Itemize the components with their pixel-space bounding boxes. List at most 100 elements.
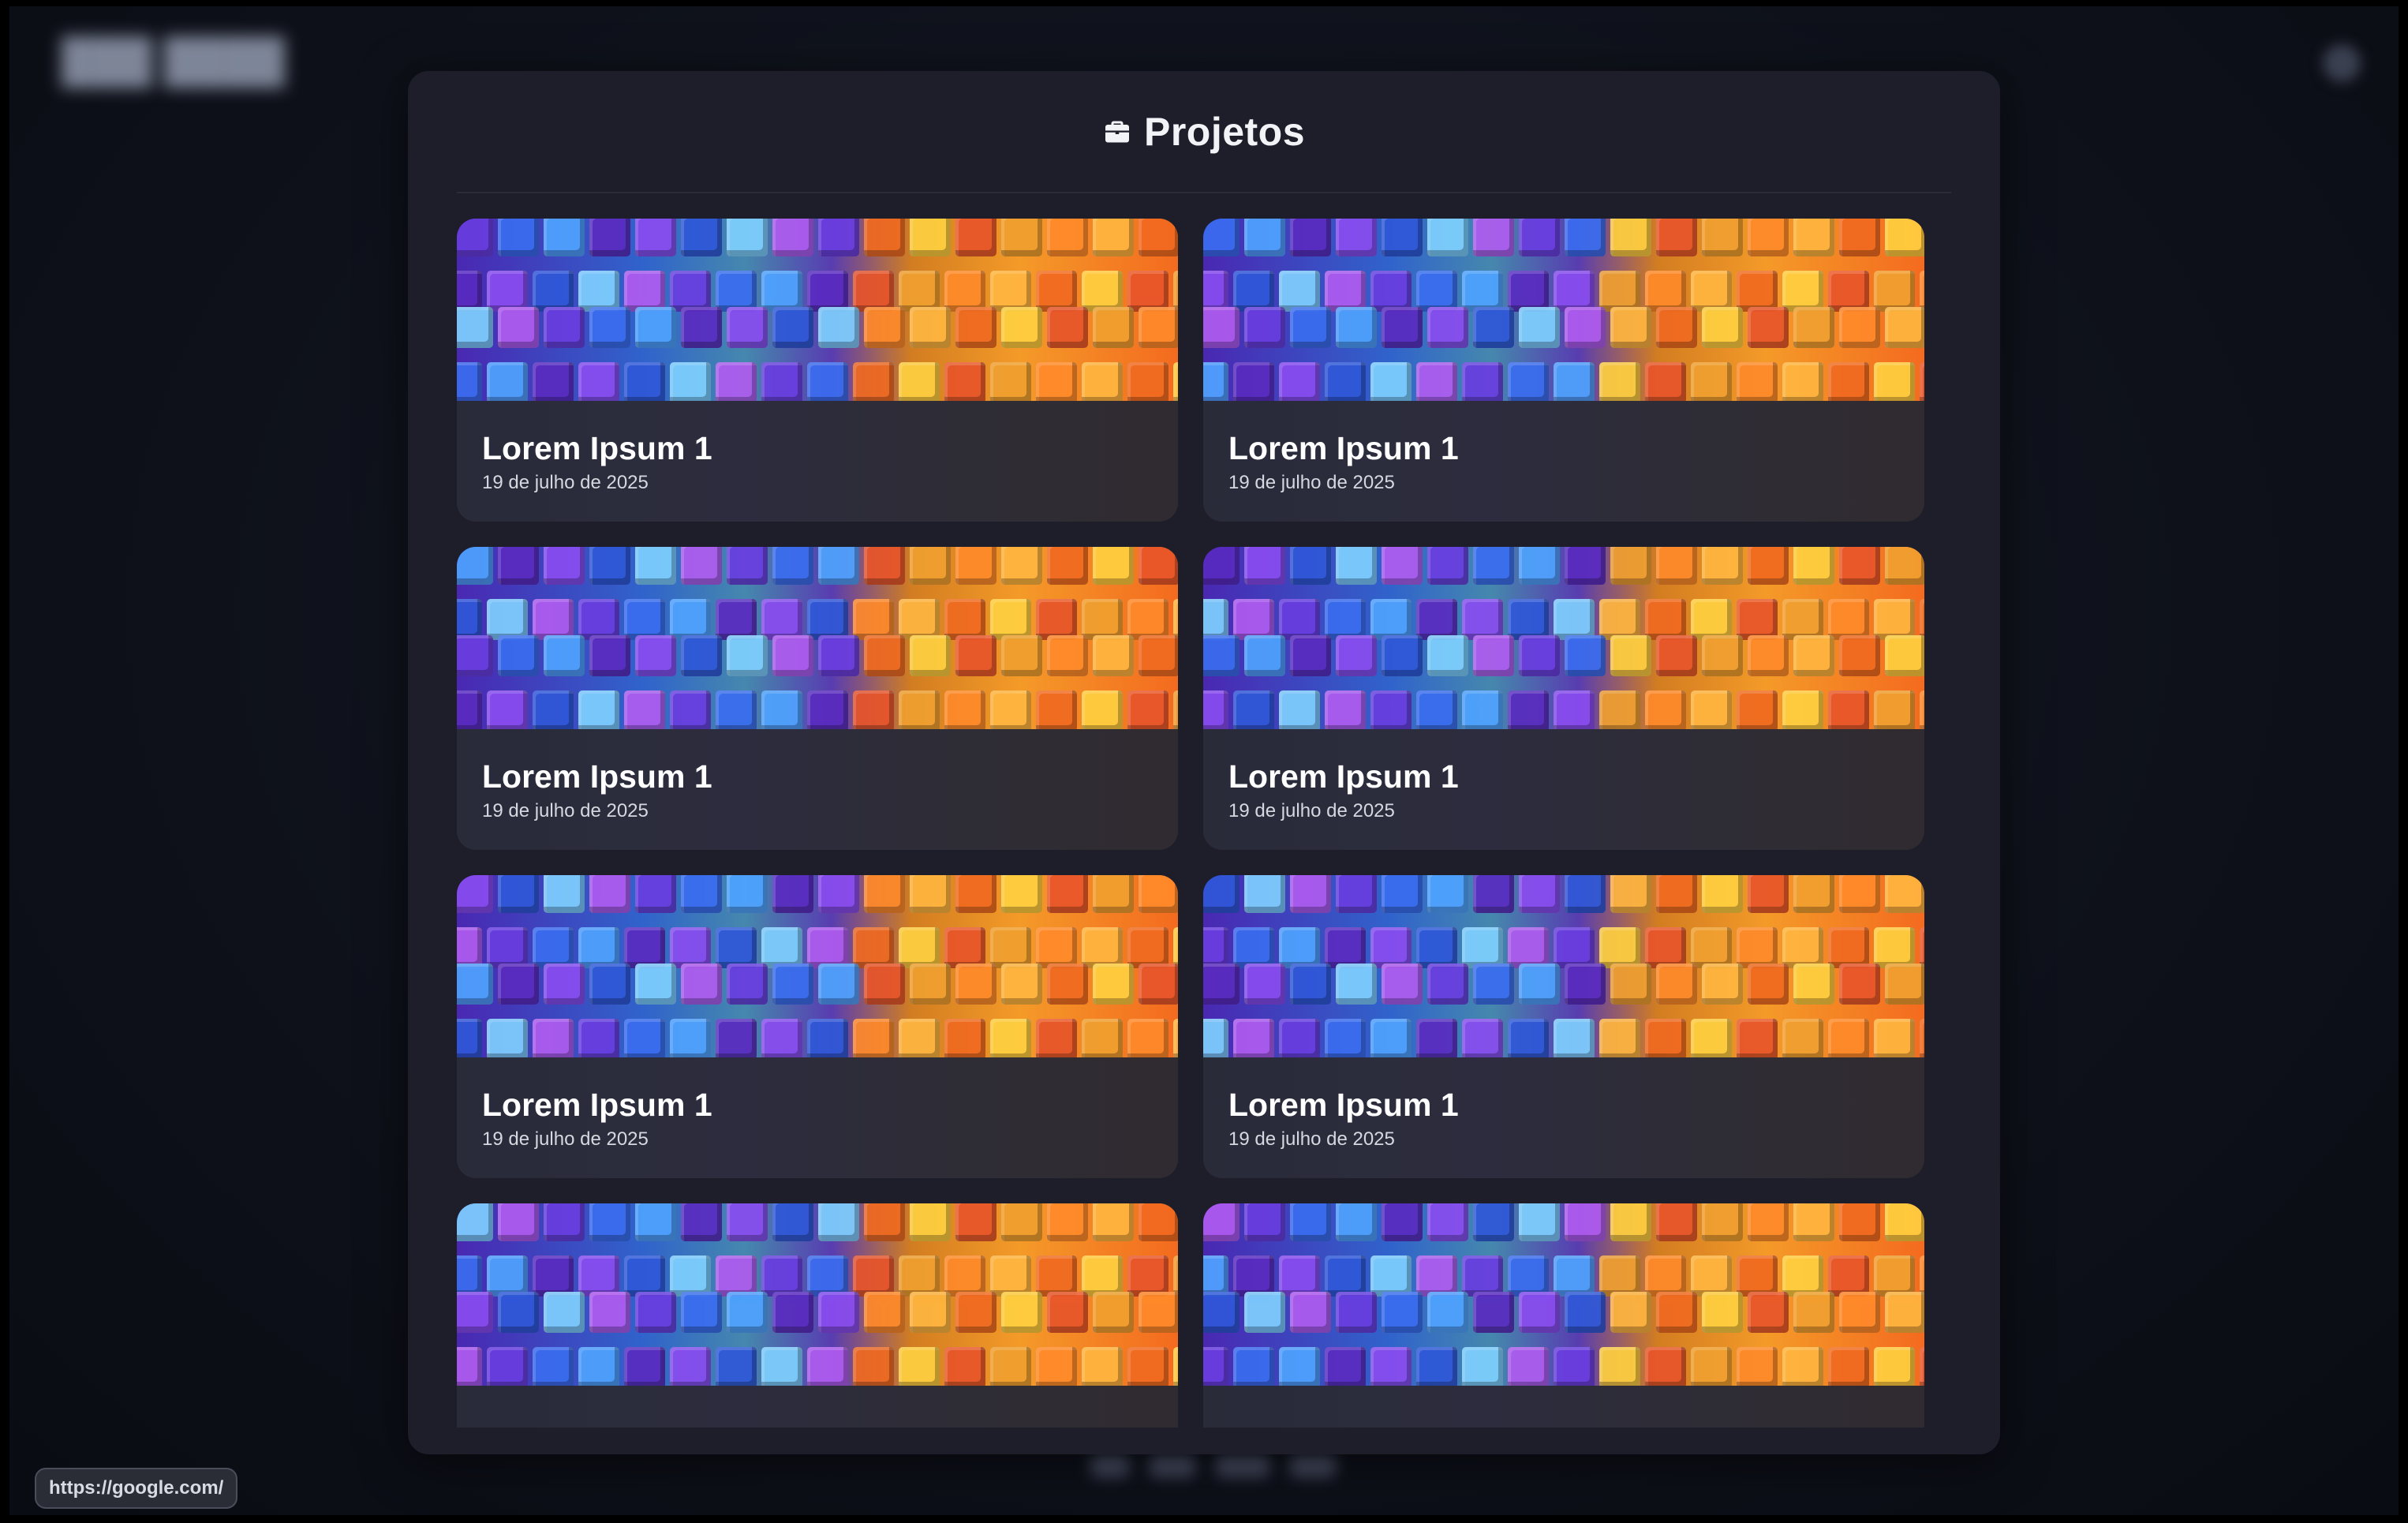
thumbnail-cube bbox=[1462, 271, 1503, 312]
thumbnail-cube bbox=[1173, 362, 1178, 403]
thumbnail-cube bbox=[944, 690, 985, 732]
thumbnail-cube bbox=[544, 307, 585, 348]
thumbnail-cube bbox=[1290, 219, 1331, 256]
thumbnail-cube bbox=[1610, 547, 1651, 585]
thumbnail-cube bbox=[1702, 964, 1743, 1005]
thumbnail-cube bbox=[533, 362, 574, 403]
thumbnail-cube bbox=[1565, 219, 1606, 256]
thumbnail-cube bbox=[1244, 1203, 1285, 1241]
thumbnail-cube bbox=[1782, 362, 1823, 403]
thumbnail-cube bbox=[1691, 1019, 1732, 1060]
thumbnail-cube bbox=[1473, 1203, 1514, 1241]
project-card[interactable]: Lorem Ipsum 1 19 de julho de 2025 bbox=[1203, 547, 1924, 850]
thumbnail-cube bbox=[1508, 1255, 1549, 1297]
project-card[interactable]: Lorem Ipsum 1 19 de julho de 2025 bbox=[1203, 875, 1924, 1178]
thumbnail-cube bbox=[1427, 1203, 1468, 1241]
project-card[interactable] bbox=[1203, 1203, 1924, 1428]
thumbnail-cube bbox=[1036, 1255, 1077, 1297]
project-thumbnail bbox=[457, 1203, 1178, 1388]
thumbnail-cube bbox=[1370, 1019, 1412, 1060]
projects-grid[interactable]: Lorem Ipsum 1 19 de julho de 2025 Lorem … bbox=[457, 219, 1924, 1428]
thumbnail-cube bbox=[761, 1019, 802, 1060]
project-card[interactable]: Lorem Ipsum 1 19 de julho de 2025 bbox=[457, 219, 1178, 522]
thumbnail-cube bbox=[1279, 271, 1320, 312]
thumbnail-cube bbox=[853, 599, 894, 640]
thumbnail-cube bbox=[1782, 927, 1823, 968]
thumbnail-cube bbox=[1416, 599, 1457, 640]
thumbnail-cube bbox=[1793, 964, 1834, 1005]
thumbnail-cube bbox=[498, 875, 539, 913]
thumbnail-cube bbox=[457, 1019, 482, 1060]
thumbnail-cube bbox=[853, 690, 894, 732]
thumbnail-cube bbox=[1370, 927, 1412, 968]
thumbnail-cube bbox=[1173, 271, 1178, 312]
thumbnail-cube bbox=[1702, 219, 1743, 256]
thumbnail-cube bbox=[1093, 547, 1134, 585]
thumbnail-cube bbox=[944, 1255, 985, 1297]
thumbnail-cube bbox=[1233, 1255, 1274, 1297]
thumbnail-cube bbox=[544, 1203, 585, 1241]
thumbnail-cube bbox=[1920, 599, 1924, 640]
thumbnail-cube bbox=[1519, 1203, 1560, 1241]
thumbnail-cube bbox=[457, 690, 482, 732]
briefcase-icon bbox=[1105, 121, 1129, 142]
thumbnail-cube bbox=[1173, 599, 1178, 640]
project-card[interactable]: Lorem Ipsum 1 19 de julho de 2025 bbox=[457, 547, 1178, 850]
thumbnail-cube bbox=[498, 635, 539, 676]
thumbnail-cube bbox=[727, 547, 768, 585]
thumbnail-cube bbox=[1610, 635, 1651, 676]
thumbnail-cube bbox=[1828, 927, 1869, 968]
thumbnail-cube bbox=[990, 690, 1031, 732]
thumbnail-cube bbox=[498, 219, 539, 256]
thumbnail-cube bbox=[1001, 875, 1042, 913]
thumbnail-cube bbox=[1036, 362, 1077, 403]
thumbnail-cube bbox=[1839, 547, 1880, 585]
thumbnail-cube bbox=[955, 964, 996, 1005]
thumbnail-cube bbox=[772, 875, 813, 913]
thumbnail-cube bbox=[1737, 690, 1778, 732]
thumbnail-cube bbox=[1885, 964, 1924, 1005]
thumbnail-cube bbox=[910, 635, 951, 676]
thumbnail-cube bbox=[1001, 307, 1042, 348]
thumbnail-cube bbox=[1645, 1255, 1686, 1297]
thumbnail-cube bbox=[1828, 271, 1869, 312]
thumbnail-cube bbox=[681, 219, 722, 256]
thumbnail-cube bbox=[457, 271, 482, 312]
thumbnail-cube bbox=[635, 635, 676, 676]
project-thumbnail bbox=[1203, 1203, 1924, 1388]
thumbnail-cube-row bbox=[457, 690, 1178, 732]
thumbnail-cube bbox=[1203, 599, 1228, 640]
thumbnail-cube bbox=[944, 1347, 985, 1388]
thumbnail-cube bbox=[1554, 1347, 1595, 1388]
thumbnail-cube bbox=[1203, 219, 1240, 256]
thumbnail-cube bbox=[1793, 219, 1834, 256]
thumbnail-cube bbox=[1656, 875, 1697, 913]
project-date: 19 de julho de 2025 bbox=[482, 472, 649, 493]
thumbnail-cube bbox=[1702, 875, 1743, 913]
thumbnail-cube bbox=[589, 219, 630, 256]
thumbnail-cube bbox=[1382, 964, 1423, 1005]
thumbnail-cube bbox=[727, 635, 768, 676]
thumbnail-cube bbox=[864, 1203, 905, 1241]
thumbnail-cube bbox=[1416, 1347, 1457, 1388]
thumbnail-cube bbox=[1139, 1292, 1178, 1333]
thumbnail-cube bbox=[1874, 599, 1915, 640]
project-card[interactable]: Lorem Ipsum 1 19 de julho de 2025 bbox=[1203, 219, 1924, 522]
thumbnail-cube bbox=[1599, 1255, 1640, 1297]
thumbnail-cube bbox=[990, 362, 1031, 403]
thumbnail-cube bbox=[1325, 927, 1366, 968]
project-card-body: Lorem Ipsum 1 19 de julho de 2025 bbox=[457, 401, 1178, 522]
thumbnail-cube bbox=[1610, 1292, 1651, 1333]
thumbnail-cube bbox=[1519, 875, 1560, 913]
thumbnail-cube bbox=[1203, 927, 1228, 968]
thumbnail-cube bbox=[1036, 271, 1077, 312]
thumbnail-cube bbox=[1839, 875, 1880, 913]
thumbnail-cube bbox=[1244, 875, 1285, 913]
thumbnail-cube bbox=[1473, 1292, 1514, 1333]
project-card[interactable]: Lorem Ipsum 1 19 de julho de 2025 bbox=[457, 875, 1178, 1178]
project-card[interactable] bbox=[457, 1203, 1178, 1428]
thumbnail-cube bbox=[1203, 547, 1240, 585]
thumbnail-cube bbox=[1554, 1019, 1595, 1060]
thumbnail-cube bbox=[1748, 1203, 1789, 1241]
thumbnail-cube bbox=[670, 1347, 711, 1388]
